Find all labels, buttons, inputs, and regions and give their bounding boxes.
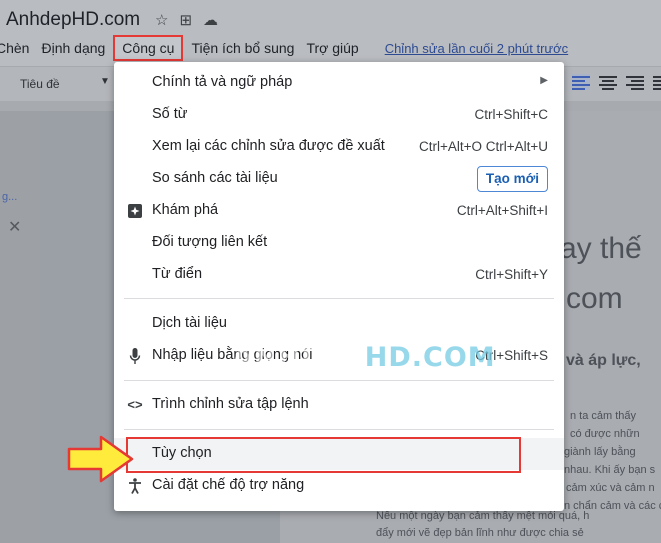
menu-item-spelling-grammar[interactable]: Chính tả và ngữ pháp ▶ xyxy=(114,67,564,99)
new-badge: Tạo mới xyxy=(476,166,548,192)
outline-pane: g... ✕ xyxy=(0,111,40,543)
menu-item-dictionary[interactable]: Từ điển Ctrl+Shift+Y xyxy=(114,259,564,291)
highlight-box xyxy=(126,437,521,473)
last-edit-link[interactable]: Chỉnh sửa lần cuối 2 phút trước xyxy=(379,41,574,56)
menu-item-label: Cài đặt chế độ trợ năng xyxy=(152,477,305,493)
menu-divider xyxy=(124,298,554,299)
watermark: ANHDEPHD.COM xyxy=(232,342,496,373)
shortcut-label: Ctrl+Alt+O Ctrl+Alt+U xyxy=(418,139,548,154)
menu-item-label: Chính tả và ngữ pháp xyxy=(152,74,293,90)
bg-line: nhau. Khi ấy bạn s xyxy=(564,464,656,476)
move-to-folder-icon[interactable]: ⊞ xyxy=(179,11,192,29)
align-left-icon[interactable] xyxy=(572,74,590,90)
close-icon[interactable]: ✕ xyxy=(8,217,21,237)
menu-item-label: Xem lại các chỉnh sửa được đề xuất xyxy=(152,138,385,154)
bg-subheading: và áp lực, xyxy=(566,352,641,369)
outline-link[interactable]: g... xyxy=(2,191,17,203)
chevron-right-icon: ▶ xyxy=(540,75,548,86)
code-icon: <> xyxy=(127,397,143,412)
align-right-icon[interactable] xyxy=(626,74,644,90)
menu-tools[interactable]: Công cụ xyxy=(113,35,184,61)
shortcut-label: Ctrl+Shift+Y xyxy=(475,267,548,282)
paragraph-style-select[interactable]: Tiêu đề xyxy=(20,77,60,91)
bg-heading-1: ay thế xyxy=(560,232,642,265)
menu-item-script-editor[interactable]: <> Trình chỉnh sửa tập lệnh xyxy=(114,389,564,421)
document-title[interactable]: AnhdepHD.com xyxy=(6,9,140,31)
star-icon[interactable]: ☆ xyxy=(155,11,168,29)
chevron-down-icon[interactable]: ▼ xyxy=(100,76,110,87)
bg-line: Nếu một ngày bạn cảm thấy mệt mỏi quá, h xyxy=(376,510,590,522)
shortcut-label: Ctrl+Shift+C xyxy=(474,107,548,122)
title-icons: ☆ ⊞ ☁ xyxy=(155,11,218,29)
microphone-icon xyxy=(126,346,144,366)
menu-item-label: Dịch tài liệu xyxy=(152,315,227,331)
pointer-arrow-icon xyxy=(67,435,134,483)
menu-item-review-suggested-edits[interactable]: Xem lại các chỉnh sửa được đề xuất Ctrl+… xyxy=(114,131,564,163)
explore-icon xyxy=(126,201,144,221)
menu-item-linked-objects[interactable]: Đối tượng liên kết xyxy=(114,227,564,259)
bg-heading-2: com xyxy=(566,282,623,315)
menu-divider xyxy=(124,429,554,430)
menu-item-label: So sánh các tài liệu xyxy=(152,170,278,186)
menu-item-translate-document[interactable]: Dịch tài liệu xyxy=(114,308,564,340)
alignment-buttons xyxy=(572,74,661,90)
menu-item-compare-documents[interactable]: So sánh các tài liệu Tạo mới xyxy=(114,163,564,195)
menu-bar: Chèn Định dạng Công cụ Tiện ích bổ sung … xyxy=(0,35,574,61)
menu-item-label: Số từ xyxy=(152,106,188,122)
menu-item-explore[interactable]: Khám phá Ctrl+Alt+Shift+I xyxy=(114,195,564,227)
menu-item-accessibility-settings[interactable]: Cài đặt chế độ trợ năng xyxy=(114,470,564,502)
menu-item-word-count[interactable]: Số từ Ctrl+Shift+C xyxy=(114,99,564,131)
menu-format[interactable]: Định dạng xyxy=(35,40,111,56)
bg-line: có được nhữn xyxy=(570,428,640,440)
menu-item-label: Khám phá xyxy=(152,202,219,218)
shortcut-label: Ctrl+Alt+Shift+I xyxy=(456,203,548,218)
menu-item-label: Đối tượng liên kết xyxy=(152,234,268,250)
bg-line: n ta cảm thấy xyxy=(570,410,637,422)
app-header: AnhdepHD.com ☆ ⊞ ☁ Chèn Định dạng Công c… xyxy=(0,0,661,66)
bg-line: cảm xúc và cảm n xyxy=(566,482,655,494)
bg-line: đẩy mới vẽ đẹp bản lĩnh như được chia sẻ xyxy=(376,527,584,539)
menu-addons[interactable]: Tiện ích bổ sung xyxy=(185,40,300,56)
menu-item-label: Trình chỉnh sửa tập lệnh xyxy=(152,396,309,412)
menu-insert[interactable]: Chèn xyxy=(0,40,35,56)
menu-divider xyxy=(124,380,554,381)
bg-line: giành lấy bằng xyxy=(564,446,636,458)
align-center-icon[interactable] xyxy=(599,74,617,90)
align-justify-icon[interactable] xyxy=(653,74,661,90)
menu-item-label: Từ điển xyxy=(152,266,203,282)
cloud-status-icon[interactable]: ☁ xyxy=(203,11,218,29)
menu-help[interactable]: Trợ giúp xyxy=(300,40,364,56)
